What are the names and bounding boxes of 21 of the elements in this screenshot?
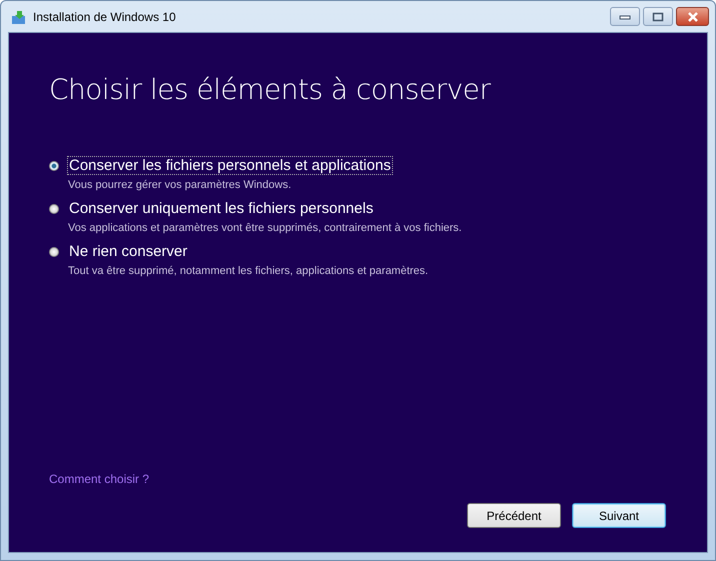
option-description: Vous pourrez gérer vos paramètres Windows. [68,179,292,191]
option-description: Vos applications et paramètres vont être supprimés, contrairement à vos fichiers. [68,222,463,234]
radio-button[interactable] [49,160,59,170]
maximize-icon [652,12,664,22]
radio-button[interactable] [49,204,59,214]
minimize-icon [619,12,631,20]
help-link[interactable]: Comment choisir ? [49,472,667,486]
setup-icon [11,8,27,24]
close-button[interactable] [676,7,709,26]
close-icon [686,12,698,22]
option-label[interactable]: Conserver les fichiers personnels et applications [67,156,393,175]
minimize-button[interactable] [610,7,640,26]
next-button[interactable]: Suivant [572,503,666,528]
option-label[interactable]: Ne rien conserver [67,242,190,261]
window-title: Installation de Windows 10 [33,10,176,24]
option-label[interactable]: Conserver uniquement les fichiers personnels [67,199,376,218]
back-button[interactable]: Précédent [467,503,561,528]
maximize-button[interactable] [643,7,673,26]
radio-button[interactable] [49,246,59,256]
page-heading: Choisir les éléments à conserver [49,73,492,106]
option-description: Tout va être supprimé, notamment les fichiers, applications et paramètres. [68,265,430,277]
